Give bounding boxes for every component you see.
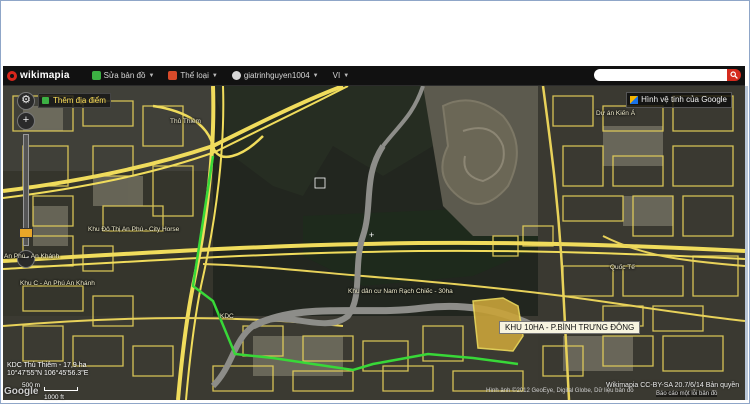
- search-button[interactable]: [727, 69, 741, 81]
- map-attribution: Hình ảnh ©2012 GeoEye, Digital Globe, Dữ…: [486, 388, 634, 394]
- logo-text: wikimapia: [20, 70, 70, 81]
- coordinate-readout: KDC Thủ Thiêm - 17,9 ha 10°47'55"N 106°4…: [7, 362, 88, 378]
- gear-icon: ⚙: [21, 94, 31, 106]
- add-place-button[interactable]: Thêm địa điểm: [38, 93, 111, 108]
- search-icon: [730, 71, 738, 79]
- satellite-map[interactable]: [3, 86, 745, 400]
- map-label[interactable]: Dự án Kiến Á: [596, 110, 635, 117]
- menu-user-label: giatrinhguyen1004: [243, 71, 310, 80]
- zoom-in-button[interactable]: +: [17, 112, 35, 130]
- category-icon: [168, 71, 178, 80]
- window-border: [745, 86, 748, 400]
- map-label[interactable]: Khu C - An Phú An Khánh: [20, 280, 95, 287]
- scale-bar: [44, 387, 78, 391]
- chevron-down-icon: ▼: [148, 72, 155, 79]
- chevron-down-icon: ▼: [211, 72, 218, 79]
- search-input[interactable]: [594, 69, 727, 81]
- menu-language-label: VI: [332, 71, 341, 80]
- chevron-down-icon: ▼: [312, 72, 319, 79]
- menu-user[interactable]: giatrinhguyen1004 ▼: [231, 71, 319, 80]
- scale-label-ft: 1000 ft: [44, 394, 64, 401]
- plus-icon: +: [22, 114, 30, 126]
- crosshair-icon: +: [369, 230, 375, 240]
- report-error-link[interactable]: Báo cáo một lỗi bản đồ: [656, 391, 718, 397]
- map-label[interactable]: Thủ Thiêm: [170, 118, 201, 125]
- zoom-control: ⚙ + −: [10, 92, 40, 270]
- map-view[interactable]: [3, 86, 745, 400]
- zoom-slider-handle[interactable]: [19, 228, 33, 238]
- map-label[interactable]: Khu Đô Thị An Phú - City Horse: [88, 226, 179, 233]
- coord-place: KDC Thủ Thiêm - 17,9 ha: [7, 362, 87, 369]
- menu-categories-label: Thể loại: [180, 71, 209, 80]
- locate-button[interactable]: ⚙: [17, 92, 35, 110]
- coord-latlon: 10°47'55"N 106°45'56.3"E: [7, 370, 89, 377]
- map-label[interactable]: An Phú - An Khánh: [4, 253, 59, 260]
- satellite-toggle-button[interactable]: Hình vệ tinh của Google: [626, 92, 732, 108]
- wikimapia-logo-icon: [7, 70, 17, 81]
- wikimapia-logo[interactable]: wikimapia: [7, 70, 70, 81]
- edit-map-icon: [91, 71, 101, 80]
- scale-label: 500 m: [22, 382, 41, 389]
- top-toolbar: wikimapia Sửa bản đồ ▼ Thể loại ▼ giatri…: [3, 66, 745, 86]
- map-label[interactable]: KDC: [220, 313, 234, 320]
- user-icon: [231, 71, 241, 80]
- map-label[interactable]: Quốc Tế: [610, 264, 635, 271]
- chevron-down-icon: ▼: [343, 72, 350, 79]
- menu-edit-map-label: Sửa bản đồ: [103, 71, 146, 80]
- project-label[interactable]: KHU 10HA - P.BÌNH TRƯNG ĐÔNG: [499, 321, 641, 334]
- map-label[interactable]: Khu dân cư Nam Rạch Chiếc - 30ha: [348, 288, 453, 295]
- menu-categories[interactable]: Thể loại ▼: [168, 71, 218, 80]
- menu-language[interactable]: VI ▼: [333, 71, 350, 80]
- menu-edit-map[interactable]: Sửa bản đồ ▼: [91, 71, 155, 80]
